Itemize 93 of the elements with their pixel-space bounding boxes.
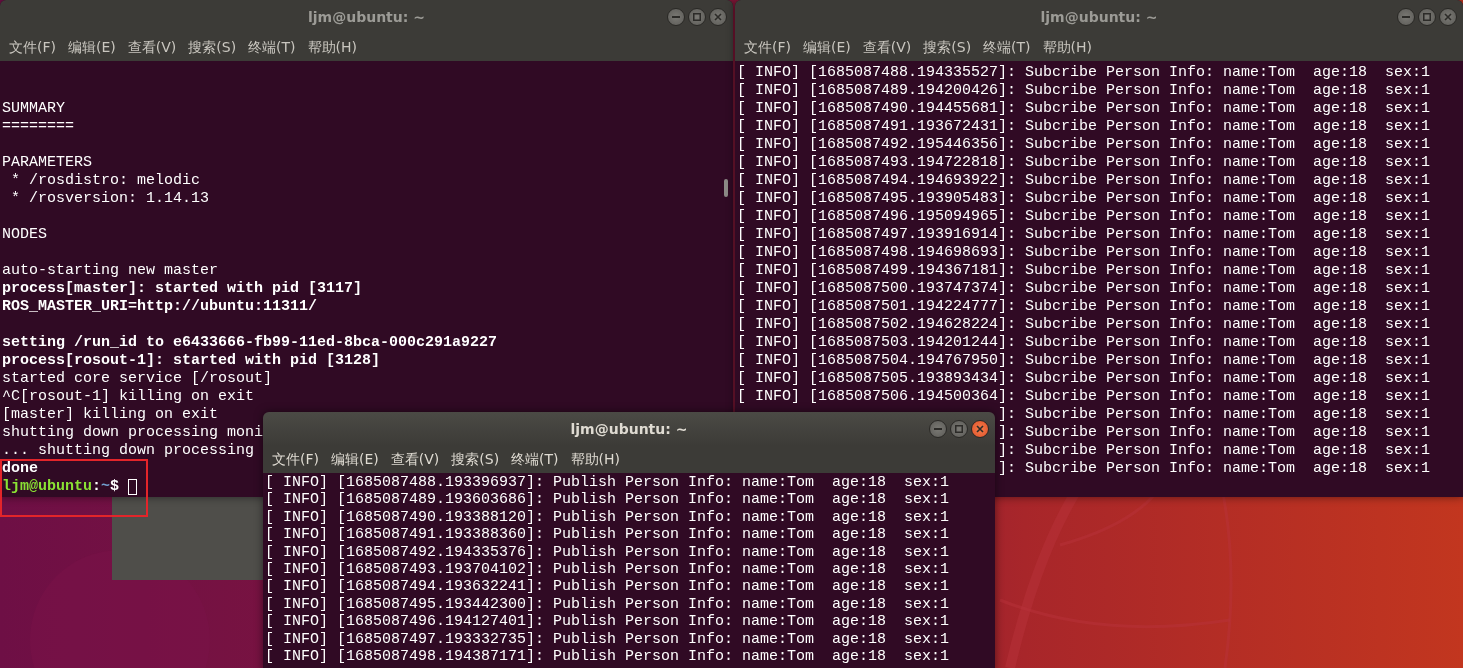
- output-line: [ INFO] [1685087498.194698693]: Subcribe Person Info: name:Tom age:18 sex:1: [737, 244, 1431, 262]
- menu-item[interactable]: 编辑(E): [63, 36, 121, 59]
- output-line: ]: Subcribe Person Info: name:Tom age:18 sex:1: [998, 442, 1431, 459]
- minimize-icon: [934, 428, 942, 430]
- minimize-button[interactable]: [667, 8, 685, 26]
- menu-item[interactable]: 终端(T): [978, 36, 1036, 59]
- minimize-button[interactable]: [1397, 8, 1415, 26]
- output-line: ROS_MASTER_URI=http://ubuntu:11311/: [2, 298, 318, 316]
- menu-item[interactable]: 文件(F): [739, 36, 796, 59]
- prompt-line: ljm@ubuntu:~$: [2, 478, 121, 496]
- menu-item[interactable]: 帮助(H): [1037, 36, 1098, 59]
- menu-item[interactable]: 查看(V): [122, 36, 182, 59]
- output-line: [master] killing on exit: [2, 406, 219, 424]
- output-line: [ INFO] [1685087497.193916914]: Subcribe Person Info: name:Tom age:18 sex:1: [737, 226, 1431, 244]
- maximize-icon: [693, 13, 701, 21]
- output-line: ]: Subcribe Person Info: name:Tom age:18 sex:1: [998, 406, 1431, 423]
- maximize-icon: [955, 425, 963, 433]
- window-title: ljm@ubuntu: ~: [1040, 9, 1158, 25]
- menu-item[interactable]: 终端(T): [506, 448, 564, 471]
- output-line: [ INFO] [1685087500.193747374]: Subcribe Person Info: name:Tom age:18 sex:1: [737, 280, 1431, 298]
- output-line: auto-starting new master: [2, 262, 219, 280]
- output-line: process[master]: started with pid [3117]: [2, 280, 363, 298]
- output-line: [ INFO] [1685087493.194722818]: Subcribe Person Info: name:Tom age:18 sex:1: [737, 154, 1431, 172]
- window-title: ljm@ubuntu: ~: [308, 9, 425, 25]
- menu-item[interactable]: 编辑(E): [326, 448, 384, 471]
- output-line: ]: Subcribe Person Info: name:Tom age:18 sex:1: [998, 424, 1431, 441]
- maximize-button[interactable]: [1418, 8, 1436, 26]
- output-line: * /rosversion: 1.14.13: [10, 190, 210, 208]
- close-button[interactable]: [1439, 8, 1457, 26]
- menu-item[interactable]: 文件(F): [267, 448, 324, 471]
- output-line: shutting down processing moni: [2, 424, 264, 442]
- minimize-button[interactable]: [929, 420, 947, 438]
- output-line: * /rosdistro: melodic: [10, 172, 201, 190]
- output-line: [ INFO] [1685087496.195094965]: Subcribe Person Info: name:Tom age:18 sex:1: [737, 208, 1431, 226]
- output-line: [ INFO] [1685087495.193905483]: Subcribe Person Info: name:Tom age:18 sex:1: [737, 190, 1431, 208]
- output-line: [ INFO] [1685087499.194367181]: Subcribe Person Info: name:Tom age:18 sex:1: [737, 262, 1431, 280]
- output-line: ========: [2, 118, 74, 136]
- output-line: [ INFO] [1685087489.193603686]: Publish Person Info: name:Tom age:18 sex:1: [265, 491, 950, 509]
- output-line: PARAMETERS: [2, 154, 92, 172]
- cursor-icon: [128, 479, 138, 495]
- output-line: [ INFO] [1685087492.194335376]: Publish Person Info: name:Tom age:18 sex:1: [265, 543, 950, 561]
- menu-item[interactable]: 搜索(S): [183, 36, 242, 59]
- output-line: [ INFO] [1685087502.194628224]: Subcribe Person Info: name:Tom age:18 sex:1: [737, 316, 1431, 334]
- maximize-button[interactable]: [688, 8, 706, 26]
- close-button[interactable]: [971, 420, 989, 438]
- menu-item[interactable]: 帮助(H): [302, 36, 363, 59]
- output-line: [ INFO] [1685087495.193442300]: Publish Person Info: name:Tom age:18 sex:1: [265, 595, 950, 614]
- output-line: [ INFO] [1685087503.194201244]: Subcribe Person Info: name:Tom age:18 sex:1: [737, 334, 1431, 352]
- output-line: [ INFO] [1685087505.193893434]: Subcribe Person Info: name:Tom age:18 sex:1: [737, 370, 1431, 388]
- output-line: done: [2, 460, 38, 478]
- menu-item[interactable]: 编辑(E): [798, 36, 856, 59]
- output-line: [ INFO] [1685087494.193632241]: Publish Person Info: name:Tom age:18 sex:1: [265, 578, 950, 596]
- output-line: [ INFO] [1685087491.193388360]: Publish Person Info: name:Tom age:18 sex:1: [265, 526, 950, 544]
- close-icon: [976, 425, 984, 433]
- maximize-icon: [1423, 13, 1431, 21]
- menu-item[interactable]: 搜索(S): [918, 36, 977, 59]
- output-line: [ INFO] [1685087501.194224777]: Subcribe Person Info: name:Tom age:18 sex:1: [737, 298, 1431, 316]
- menu-item[interactable]: 文件(F): [4, 36, 61, 59]
- scroll-bar[interactable]: [724, 179, 728, 197]
- output-line: [ INFO] [1685087488.193396937]: Publish Person Info: name:Tom age:18 sex:1: [265, 474, 950, 492]
- output-line: started core service [/rosout]: [2, 370, 273, 388]
- output-line: setting /run_id to e6433666-fb99-11ed-8bca-000c291a9227: [2, 334, 498, 352]
- output-line: process[rosout-1]: started with pid [3128]: [2, 352, 381, 370]
- output-line: NODES: [2, 226, 47, 244]
- window-title: ljm@ubuntu: ~: [570, 421, 688, 437]
- minimize-icon: [672, 16, 680, 18]
- output-line: ]: Subcribe Person Info: name:Tom age:18 sex:1: [998, 460, 1431, 477]
- output-line: [ INFO] [1685087493.193704102]: Publish Person Info: name:Tom age:18 sex:1: [265, 560, 950, 579]
- output-line: SUMMARY: [2, 100, 65, 118]
- output-line: [ INFO] [1685087490.194455681]: Subcribe Person Info: name:Tom age:18 sex:1: [737, 100, 1431, 118]
- output-line: [ INFO] [1685087506.194500364]: Subcribe Person Info: name:Tom age:18 sex:1: [737, 388, 1431, 406]
- menu-item[interactable]: 帮助(H): [565, 448, 626, 471]
- menu-item[interactable]: 查看(V): [385, 448, 445, 471]
- output-line: [ INFO] [1685087504.194767950]: Subcribe Person Info: name:Tom age:18 sex:1: [737, 352, 1431, 370]
- output-line: [ INFO] [1685087490.193388120]: Publish Person Info: name:Tom age:18 sex:1: [265, 508, 950, 527]
- output-line: [ INFO] [1685087498.194387171]: Publish Person Info: name:Tom age:18 sex:1: [265, 647, 950, 666]
- minimize-icon: [1402, 16, 1410, 18]
- close-icon: [714, 13, 722, 21]
- close-icon: [1444, 13, 1452, 21]
- menu-item[interactable]: 搜索(S): [446, 448, 505, 471]
- output-line: [ INFO] [1685087492.195446356]: Subcribe Person Info: name:Tom age:18 sex:1: [737, 136, 1431, 154]
- output-line: [ INFO] [1685087488.194335527]: Subcribe Person Info: name:Tom age:18 sex:1: [737, 64, 1431, 82]
- output-line: [ INFO] [1685087494.194693922]: Subcribe Person Info: name:Tom age:18 sex:1: [737, 172, 1431, 190]
- output-line: [ INFO] [1685087489.194200426]: Subcribe Person Info: name:Tom age:18 sex:1: [737, 82, 1431, 100]
- output-line: [ INFO] [1685087496.194127401]: Publish Person Info: name:Tom age:18 sex:1: [265, 613, 950, 631]
- menu-item[interactable]: 终端(T): [243, 36, 301, 59]
- close-button[interactable]: [709, 8, 727, 26]
- output-line: [ INFO] [1685087491.193672431]: Subcribe Person Info: name:Tom age:18 sex:1: [737, 118, 1431, 136]
- output-line: ... shutting down processing: [2, 442, 255, 460]
- menu-item[interactable]: 查看(V): [857, 36, 917, 59]
- output-line: ^C[rosout-1] killing on exit: [2, 388, 255, 406]
- output-line: [ INFO] [1685087497.193332735]: Publish Person Info: name:Tom age:18 sex:1: [265, 630, 950, 648]
- maximize-button[interactable]: [950, 420, 968, 438]
